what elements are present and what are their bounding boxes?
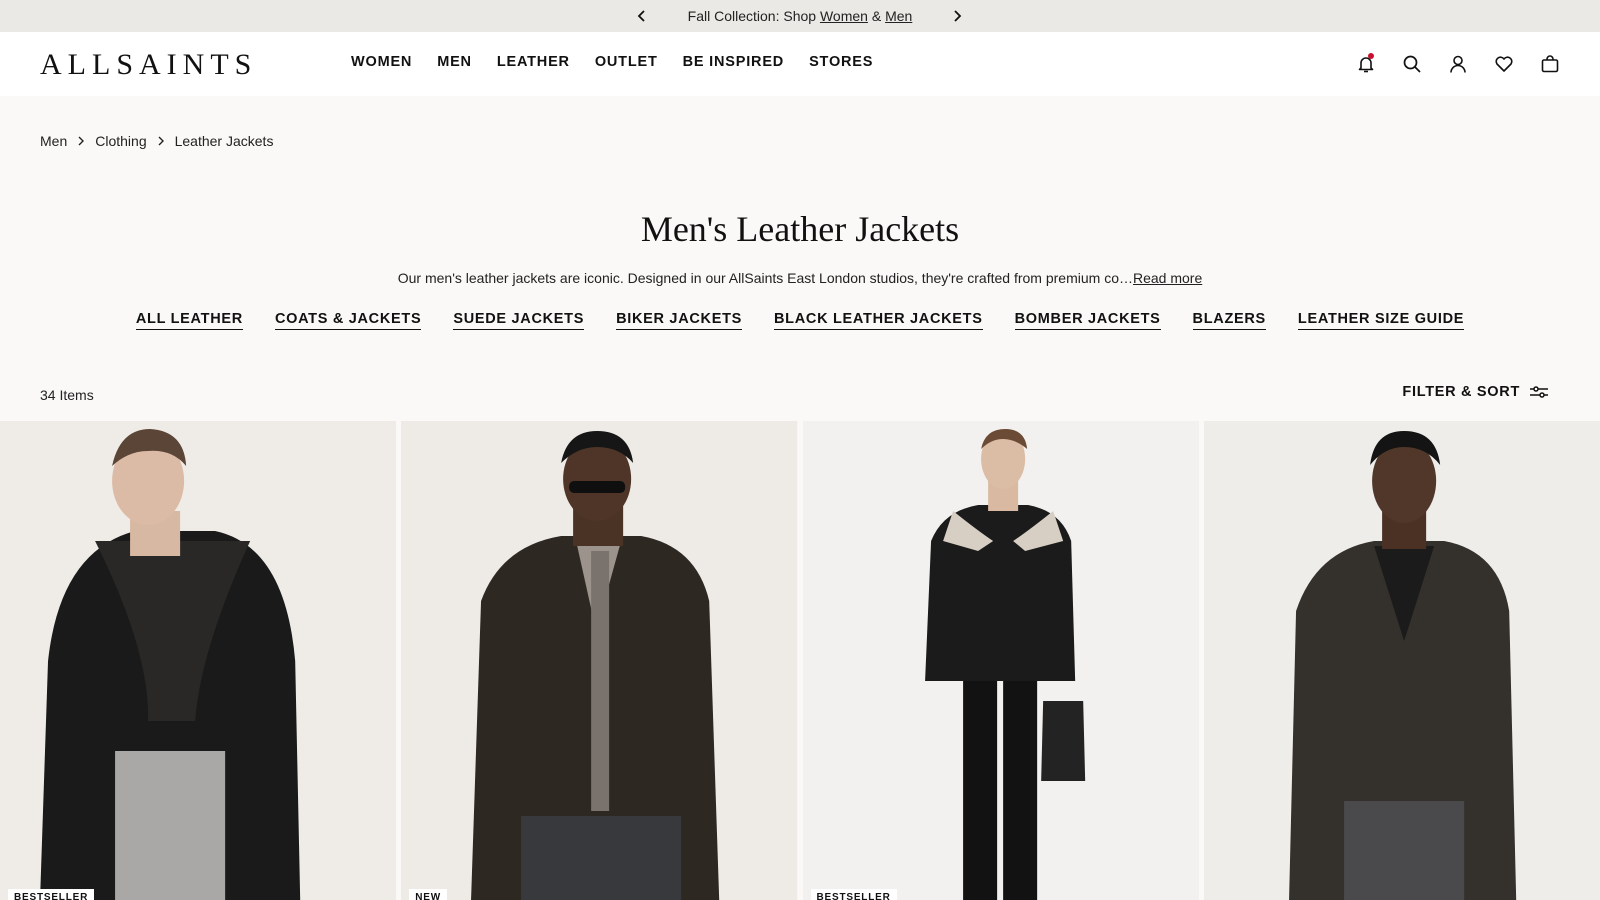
main-nav: WOMEN MEN LEATHER OUTLET BE INSPIRED STO…	[351, 54, 898, 70]
chevron-right-icon	[954, 10, 962, 22]
site-header: ALLSAINTS WOMEN MEN LEATHER OUTLET BE IN…	[0, 32, 1600, 96]
cat-biker-jackets[interactable]: BIKER JACKETS	[616, 311, 743, 330]
cat-all-leather[interactable]: ALL LEATHER	[135, 311, 243, 330]
product-grid: BESTSELLER NEW BESTSELLER	[0, 421, 1600, 900]
nav-men[interactable]: MEN	[437, 54, 472, 70]
read-more-link[interactable]: Read more	[1133, 270, 1202, 286]
bag-button[interactable]	[1540, 52, 1560, 76]
account-icon	[1450, 55, 1466, 73]
nav-outlet[interactable]: OUTLET	[595, 54, 658, 70]
notification-dot	[1368, 53, 1374, 59]
breadcrumb-men[interactable]: Men	[40, 133, 67, 149]
nav-be-inspired[interactable]: BE INSPIRED	[683, 54, 784, 70]
product-card[interactable]	[1203, 421, 1600, 900]
product-card[interactable]: BESTSELLER	[0, 421, 397, 900]
product-card[interactable]: NEW	[401, 421, 798, 900]
wishlist-button[interactable]	[1494, 52, 1514, 76]
product-badge: BESTSELLER	[8, 889, 95, 900]
cat-bomber-jackets[interactable]: BOMBER JACKETS	[1014, 311, 1161, 330]
item-count: 34 Items	[40, 387, 94, 403]
header-icons	[1356, 52, 1560, 76]
nav-leather[interactable]: LEATHER	[497, 54, 570, 70]
promo-men-link[interactable]: Men	[885, 8, 912, 24]
sliders-icon	[1530, 386, 1548, 398]
cat-suede-jackets[interactable]: SUEDE JACKETS	[453, 311, 585, 330]
nav-stores[interactable]: STORES	[809, 54, 873, 70]
intro-text: Our men's leather jackets are iconic. De…	[397, 270, 1133, 286]
filter-sort-button[interactable]: FILTER & SORT	[1402, 384, 1548, 400]
product-card[interactable]: BESTSELLER	[802, 421, 1199, 900]
promo-women-link[interactable]: Women	[820, 8, 868, 24]
breadcrumb-leather-jackets[interactable]: Leather Jackets	[175, 133, 274, 149]
filter-sort-label: FILTER & SORT	[1402, 384, 1520, 400]
promo-amp: &	[867, 8, 886, 24]
chevron-right-icon	[157, 136, 165, 146]
product-badge: BESTSELLER	[810, 889, 897, 900]
promo-next-button[interactable]	[947, 6, 967, 26]
product-image	[802, 421, 1199, 900]
cat-black-leather-jackets[interactable]: BLACK LEATHER JACKETS	[774, 311, 983, 330]
product-badge: NEW	[409, 889, 447, 900]
product-image	[401, 421, 798, 900]
bag-icon	[1541, 55, 1559, 73]
account-button[interactable]	[1448, 52, 1468, 76]
promo-bar: Fall Collection: Shop Women & Men	[0, 0, 1600, 32]
cat-coats-jackets[interactable]: COATS & JACKETS	[274, 311, 422, 330]
search-button[interactable]	[1402, 52, 1422, 76]
logo[interactable]: ALLSAINTS	[40, 48, 257, 82]
cat-blazers[interactable]: BLAZERS	[1192, 311, 1266, 330]
heart-icon	[1495, 56, 1513, 72]
chevron-right-icon	[77, 136, 85, 146]
page-title: Men's Leather Jackets	[640, 209, 960, 249]
breadcrumb-clothing[interactable]: Clothing	[95, 133, 146, 149]
page-intro: Our men's leather jackets are iconic. De…	[0, 270, 1600, 286]
promo-text: Fall Collection: Shop Women & Men	[688, 8, 913, 24]
notifications-button[interactable]	[1356, 52, 1376, 76]
chevron-left-icon	[637, 10, 645, 22]
product-image	[0, 421, 397, 900]
breadcrumb: Men Clothing Leather Jackets	[40, 133, 273, 149]
promo-prev-button[interactable]	[632, 6, 652, 26]
promo-prefix: Fall Collection: Shop	[687, 8, 820, 24]
cat-leather-size-guide[interactable]: LEATHER SIZE GUIDE	[1297, 311, 1465, 330]
product-image	[1203, 421, 1600, 900]
nav-women[interactable]: WOMEN	[351, 54, 412, 70]
category-links: ALL LEATHER COATS & JACKETS SUEDE JACKET…	[0, 311, 1600, 330]
search-icon	[1403, 55, 1421, 73]
